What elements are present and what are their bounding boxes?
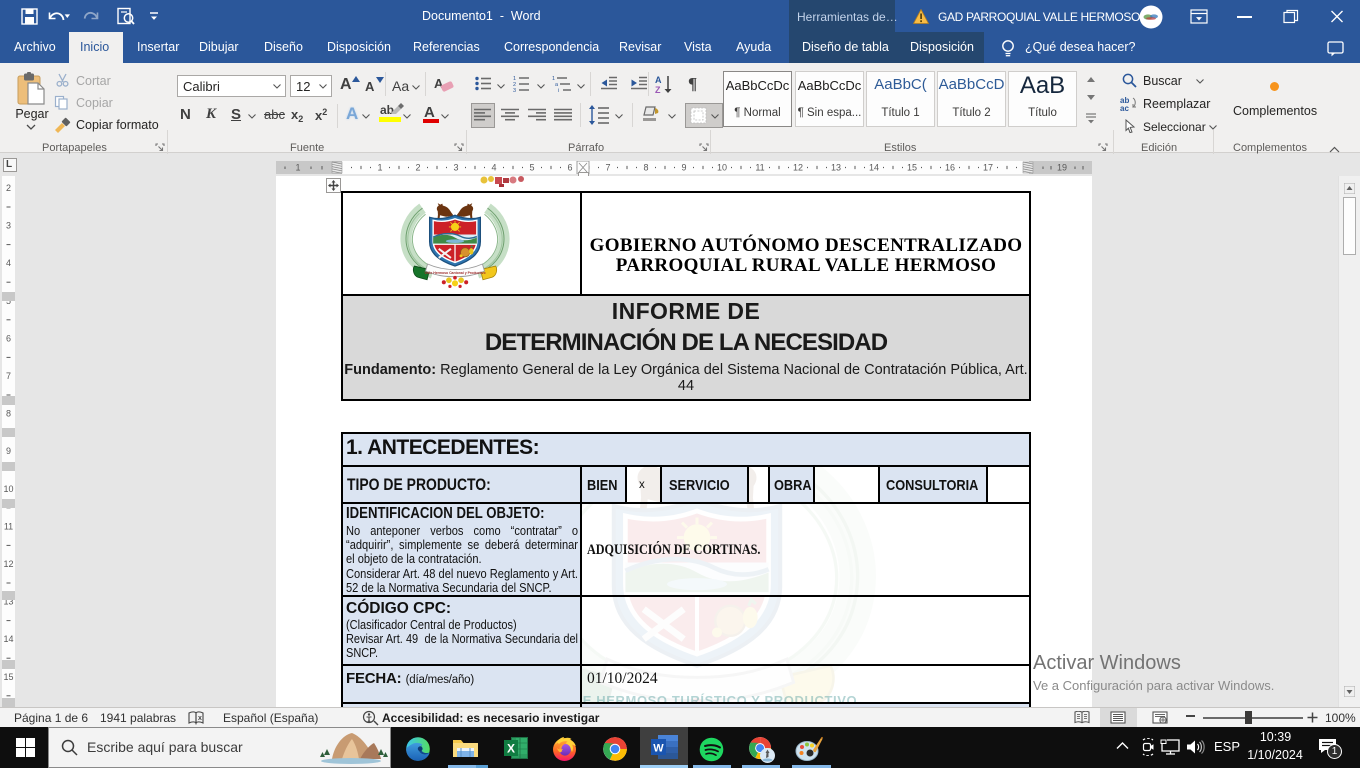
svg-text:6: 6 [6, 333, 11, 343]
svg-text:16: 16 [945, 163, 955, 173]
svg-text:11: 11 [755, 163, 764, 173]
svg-text:10: 10 [3, 484, 13, 494]
svg-text:i: i [558, 88, 559, 92]
svg-text:ac: ac [1120, 104, 1129, 111]
svg-text:9: 9 [681, 163, 686, 173]
svg-text:10: 10 [717, 163, 727, 173]
svg-text:1: 1 [295, 163, 300, 173]
svg-text:8: 8 [6, 409, 11, 419]
svg-text:W: W [653, 743, 664, 755]
svg-text:9: 9 [6, 446, 11, 456]
svg-text:7: 7 [605, 163, 610, 173]
svg-text:1: 1 [377, 163, 382, 173]
svg-text:4: 4 [6, 258, 11, 268]
svg-text:2: 2 [6, 183, 11, 193]
svg-text:7: 7 [6, 371, 11, 381]
svg-text:14: 14 [3, 634, 13, 644]
svg-text:2: 2 [415, 163, 420, 173]
svg-text:X: X [507, 742, 515, 756]
svg-text:19: 19 [1057, 163, 1067, 173]
svg-text:17: 17 [983, 163, 993, 173]
svg-text:15: 15 [3, 672, 13, 682]
svg-text:6: 6 [567, 163, 572, 173]
svg-text:13: 13 [831, 163, 841, 173]
svg-text:Valle Hermoso Cantonal y Produ: Valle Hermoso Cantonal y Productivo [424, 271, 485, 275]
svg-text:12: 12 [3, 559, 13, 569]
svg-text:8: 8 [643, 163, 648, 173]
svg-text:15: 15 [907, 163, 917, 173]
svg-text:x: x [198, 715, 202, 722]
svg-text:3: 3 [513, 88, 516, 92]
svg-text:Z: Z [655, 85, 661, 94]
svg-text:3: 3 [453, 163, 458, 173]
svg-text:3: 3 [6, 221, 11, 231]
svg-text:5: 5 [529, 163, 534, 173]
svg-text:12: 12 [793, 163, 803, 173]
svg-text:4: 4 [491, 163, 496, 173]
svg-text:A: A [655, 75, 662, 85]
svg-text:11: 11 [4, 521, 13, 531]
svg-text:14: 14 [869, 163, 879, 173]
